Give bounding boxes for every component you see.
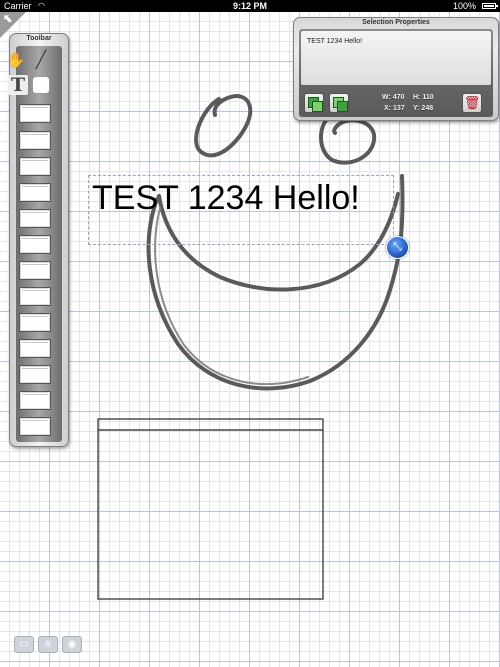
toolbar-swatch[interactable] [19, 261, 51, 280]
toolbar-swatch[interactable] [19, 417, 51, 436]
selection-text-field[interactable]: TEST 1234 Hello! [301, 31, 491, 85]
eye-icon[interactable]: ◉ [62, 636, 82, 653]
rounded-rect-icon[interactable] [31, 75, 51, 95]
send-backward-button[interactable] [329, 93, 349, 113]
stroke-left-eye [194, 94, 253, 158]
x-readout: X: 137 [384, 105, 405, 112]
rectangle-shape [97, 418, 324, 600]
toolbar-title: Toolbar [26, 35, 52, 42]
toolbar-swatch[interactable] [19, 287, 51, 306]
grid-icon[interactable]: # [38, 636, 58, 653]
pen-icon[interactable]: ╱ [31, 50, 51, 70]
selected-text-object[interactable]: TEST 1234 Hello! [88, 175, 394, 245]
resize-handle-icon[interactable]: ⤡ [386, 236, 409, 259]
width-readout: W: 470 [382, 94, 405, 101]
display-icon[interactable]: ▭ [14, 636, 34, 653]
y-readout: Y: 248 [413, 105, 434, 112]
toolbar-swatch[interactable] [19, 157, 51, 176]
delete-button[interactable]: 🗑 [462, 93, 482, 113]
toolbar-swatch[interactable] [19, 313, 51, 332]
text-icon[interactable]: T [8, 74, 28, 96]
toolbar-swatch[interactable] [19, 339, 51, 358]
trash-icon: 🗑 [463, 95, 481, 110]
toolbar-swatch[interactable] [19, 209, 51, 228]
toolbar-swatch[interactable] [19, 131, 51, 150]
hand-icon[interactable]: ✋ [6, 50, 26, 70]
height-readout: H: 110 [413, 94, 434, 101]
bring-forward-button[interactable] [304, 93, 324, 113]
stroke-right-eye [318, 112, 377, 165]
toolbar-swatch[interactable] [19, 391, 51, 410]
toolbar-swatch[interactable] [19, 365, 51, 384]
toolbar-swatch[interactable] [19, 183, 51, 202]
selection-properties-title: Selection Properties [362, 19, 430, 26]
toolbar-swatch[interactable] [19, 235, 51, 254]
toolbar-swatch[interactable] [19, 104, 51, 123]
